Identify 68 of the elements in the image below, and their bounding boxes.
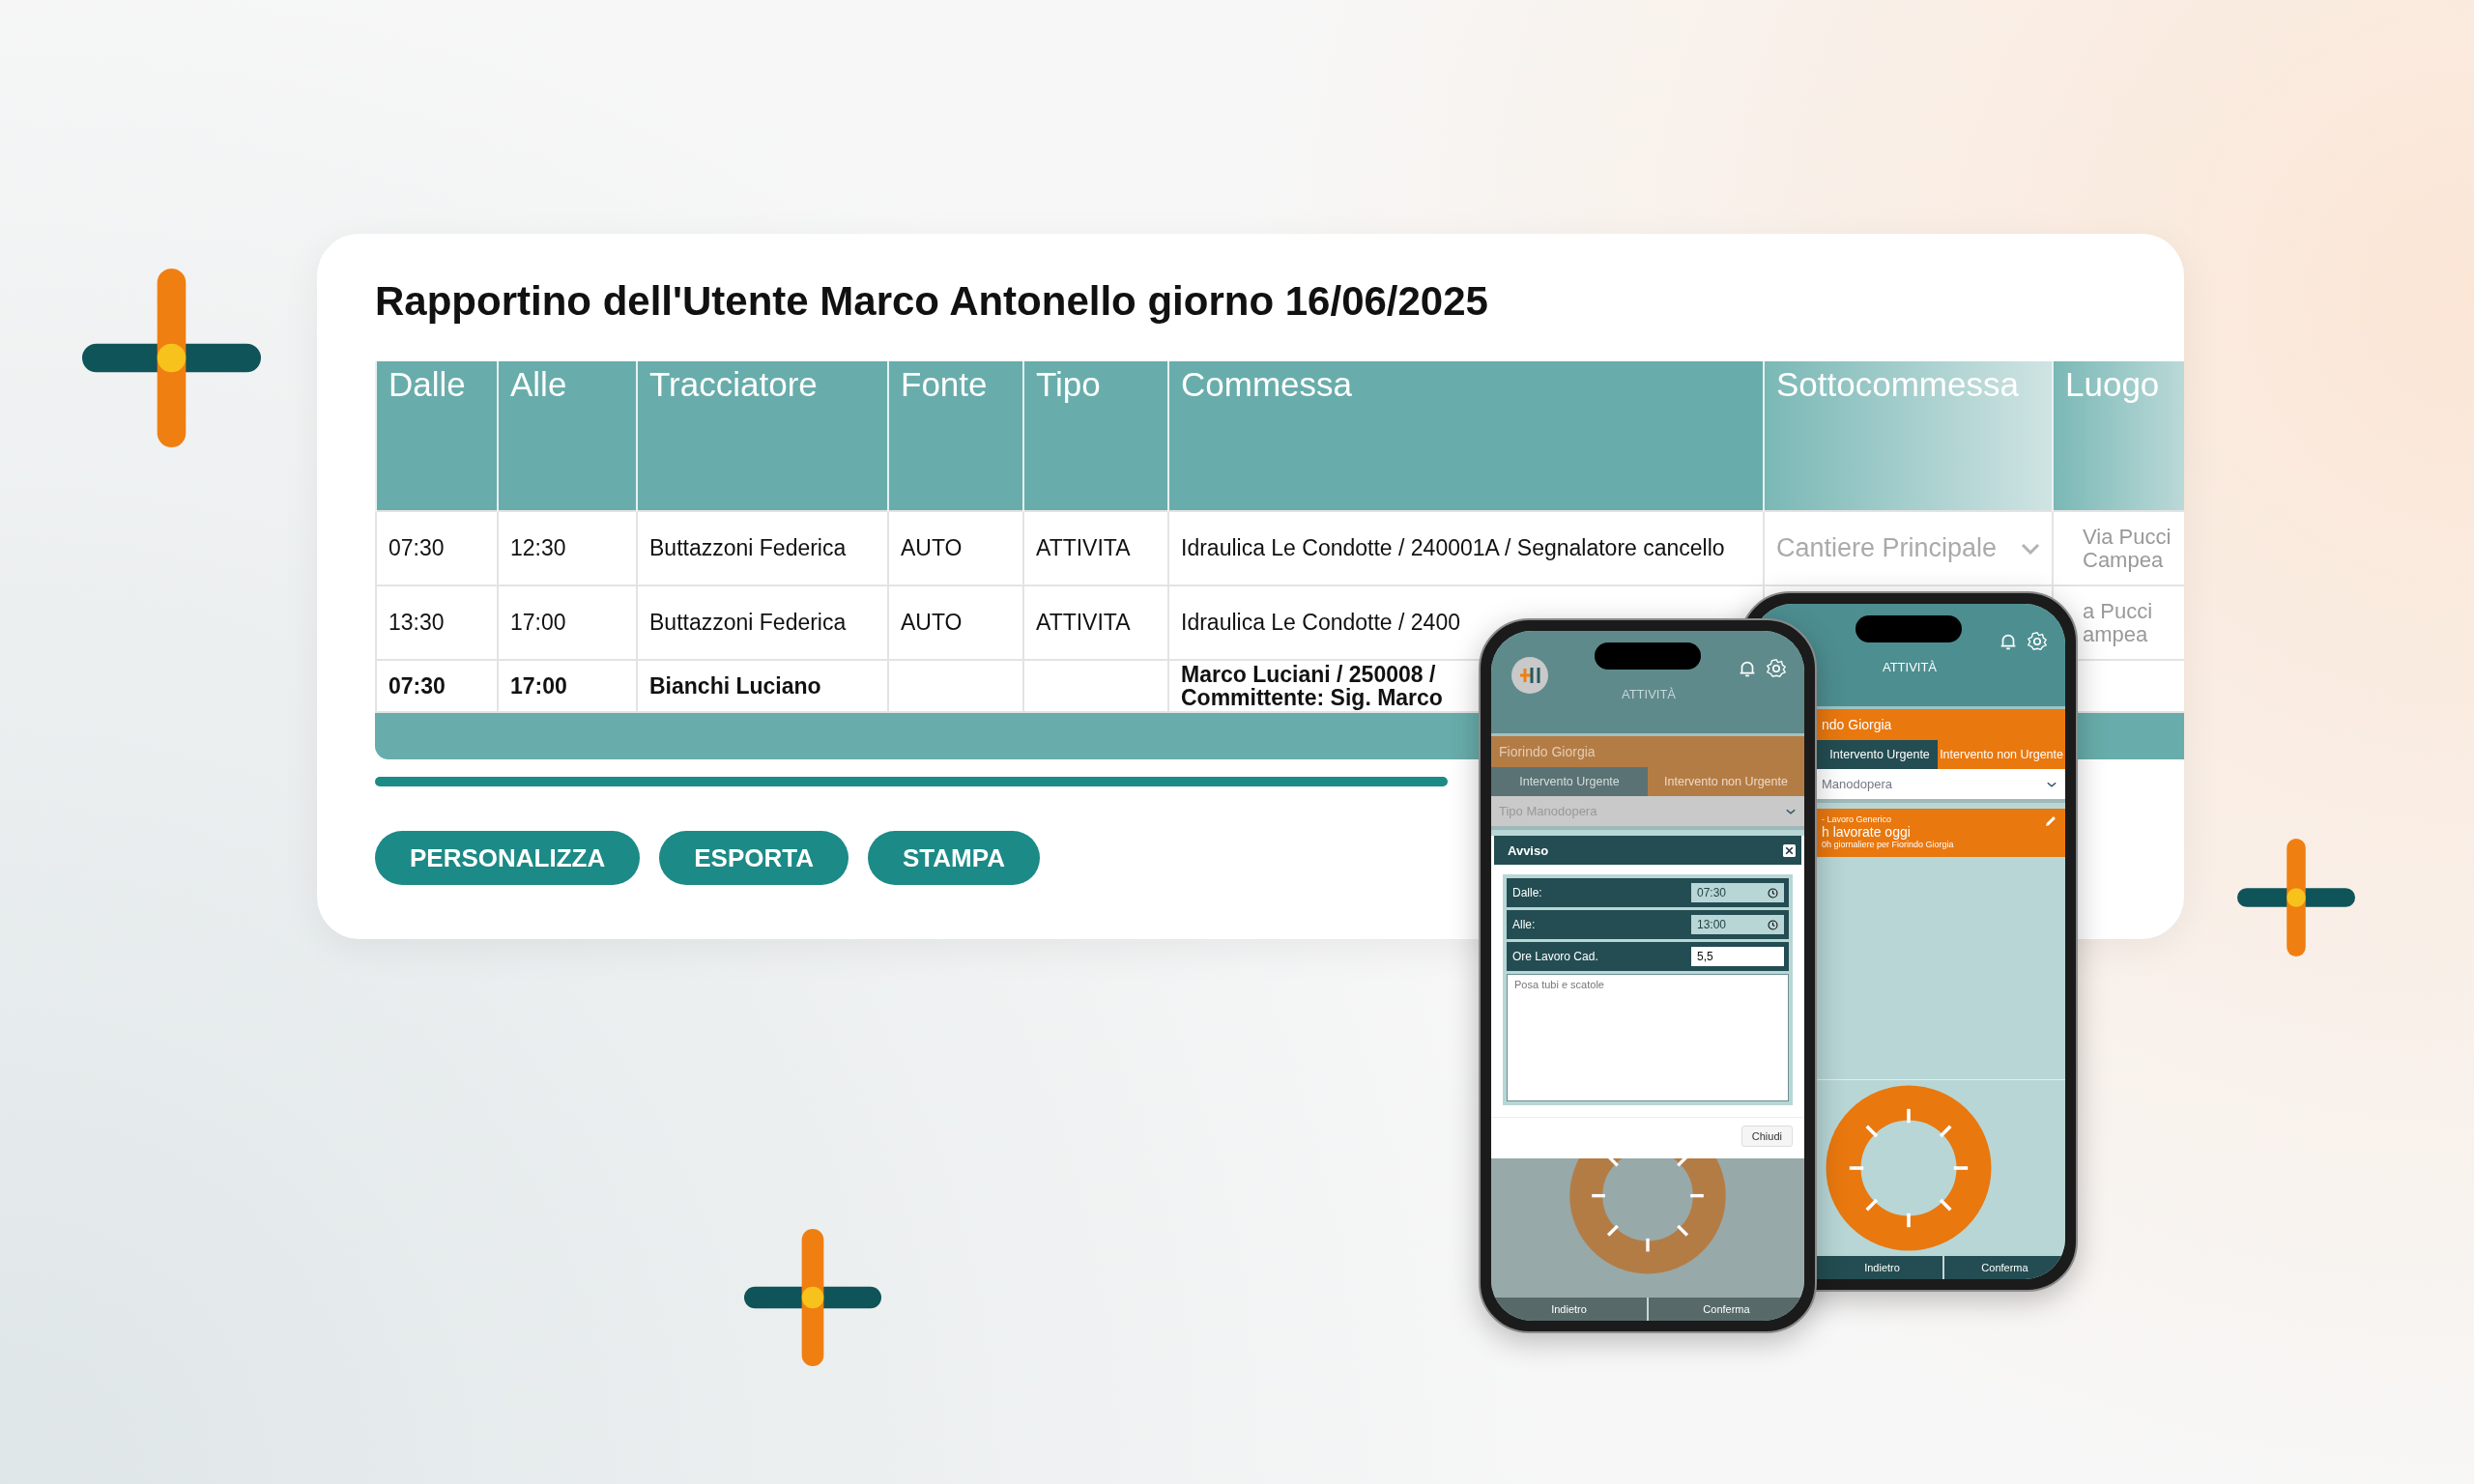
activity-type: - Lavoro Generico [1822,814,1892,824]
time-field[interactable]: 07:30 [1691,883,1784,902]
activity-note: 0h giornaliere per Fiorindo Giorgia [1822,840,1954,849]
field-label: Dalle: [1512,886,1542,899]
table-cell: a Pucci [2083,600,2153,623]
table-cell: Idraulica Le Condotte / 240001A / Segnalatore cancello [1181,536,1725,560]
nav-button[interactable]: Indietro [1822,1256,1942,1279]
column-header: Alle [498,361,637,511]
field-label: Alle: [1512,918,1536,931]
table-cell: 17:00 [510,611,566,635]
screen-title: ATTIVITÀ [1881,660,1939,674]
nav-button[interactable]: Indietro [1491,1298,1647,1321]
tab[interactable]: Intervento non Urgente [1648,767,1804,796]
action-button[interactable]: PERSONALIZZA [375,831,641,885]
table-cell: Via Pucci [2083,526,2172,549]
column-header: Tipo [1023,361,1168,511]
table-cell: AUTO [901,611,963,635]
table-cell: 13:30 [388,611,445,635]
settings-icon[interactable] [1766,658,1787,679]
time-field[interactable]: 13:00 [1691,915,1784,934]
table-cell: Committente: Sig. Marco [1181,686,1443,710]
chevron-down-icon [2021,542,2040,555]
column-header: Commessa [1168,361,1764,511]
action-button[interactable]: ESPORTA [659,831,849,885]
column-header: Sottocommessa [1764,361,2053,511]
user-name-bar: Fiorindo Giorgia [1491,733,1804,767]
plus-sign-icon [744,1229,881,1366]
tab[interactable]: Intervento non Urgente [1938,740,2065,769]
column-header: Fonte [888,361,1023,511]
hours-input-field[interactable]: 5,5 [1691,947,1784,966]
table-cell: 07:30 [388,673,446,699]
clock-icon [1768,887,1778,899]
close-icon[interactable] [1783,843,1796,857]
table-cell: ATTIVITA [1036,536,1131,560]
table-cell: Buttazzoni Federica [649,536,847,560]
table-cell: Buttazzoni Federica [649,611,847,635]
logo-icon[interactable] [1510,656,1549,695]
close-button[interactable]: Chiudi [1740,1126,1793,1147]
clock-icon [1768,919,1778,930]
table-cell: 17:00 [510,673,567,699]
chevron-down-icon [2046,780,2057,788]
table-cell: 07:30 [388,536,445,560]
column-header: Luogo [2053,361,2184,511]
action-button[interactable]: STAMPA [868,831,1040,885]
plus-sign-icon [2237,839,2355,956]
nav-button[interactable]: Conferma [1647,1298,1804,1321]
plus-sign-icon [82,269,261,447]
table-cell: AUTO [901,536,963,560]
table-cell: ATTIVITA [1036,611,1131,635]
nav-button[interactable]: Conferma [1942,1256,2065,1279]
table-cell: Marco Luciani / 250008 / [1181,662,1436,686]
dialog-title: Avviso [1508,842,1549,858]
notes-field[interactable]: Posa tubi e scatole [1507,974,1789,1101]
report-title: Rapportino dell'Utente Marco Antonello giorno 16/06/2025 [375,278,1489,325]
column-header: Dalle [376,361,498,511]
table-cell: ampea [2083,622,2148,645]
hours-worked: h lavorate oggi [1822,824,1911,840]
field-label: Ore Lavoro Cad. [1512,950,1598,963]
table-cell: Campea [2083,548,2164,571]
column-header: Tracciatore [637,361,888,511]
table-cell: 12:30 [510,536,566,560]
table-cell: Bianchi Luciano [649,673,821,699]
table-cell: Idraulica Le Condotte / 2400 [1181,611,1460,635]
screen-title: ATTIVITÀ [1620,687,1678,701]
settings-icon[interactable] [2027,631,2048,652]
scrollbar[interactable] [375,777,1448,786]
pencil-icon[interactable] [2044,814,2057,828]
chevron-down-icon [1785,807,1797,815]
